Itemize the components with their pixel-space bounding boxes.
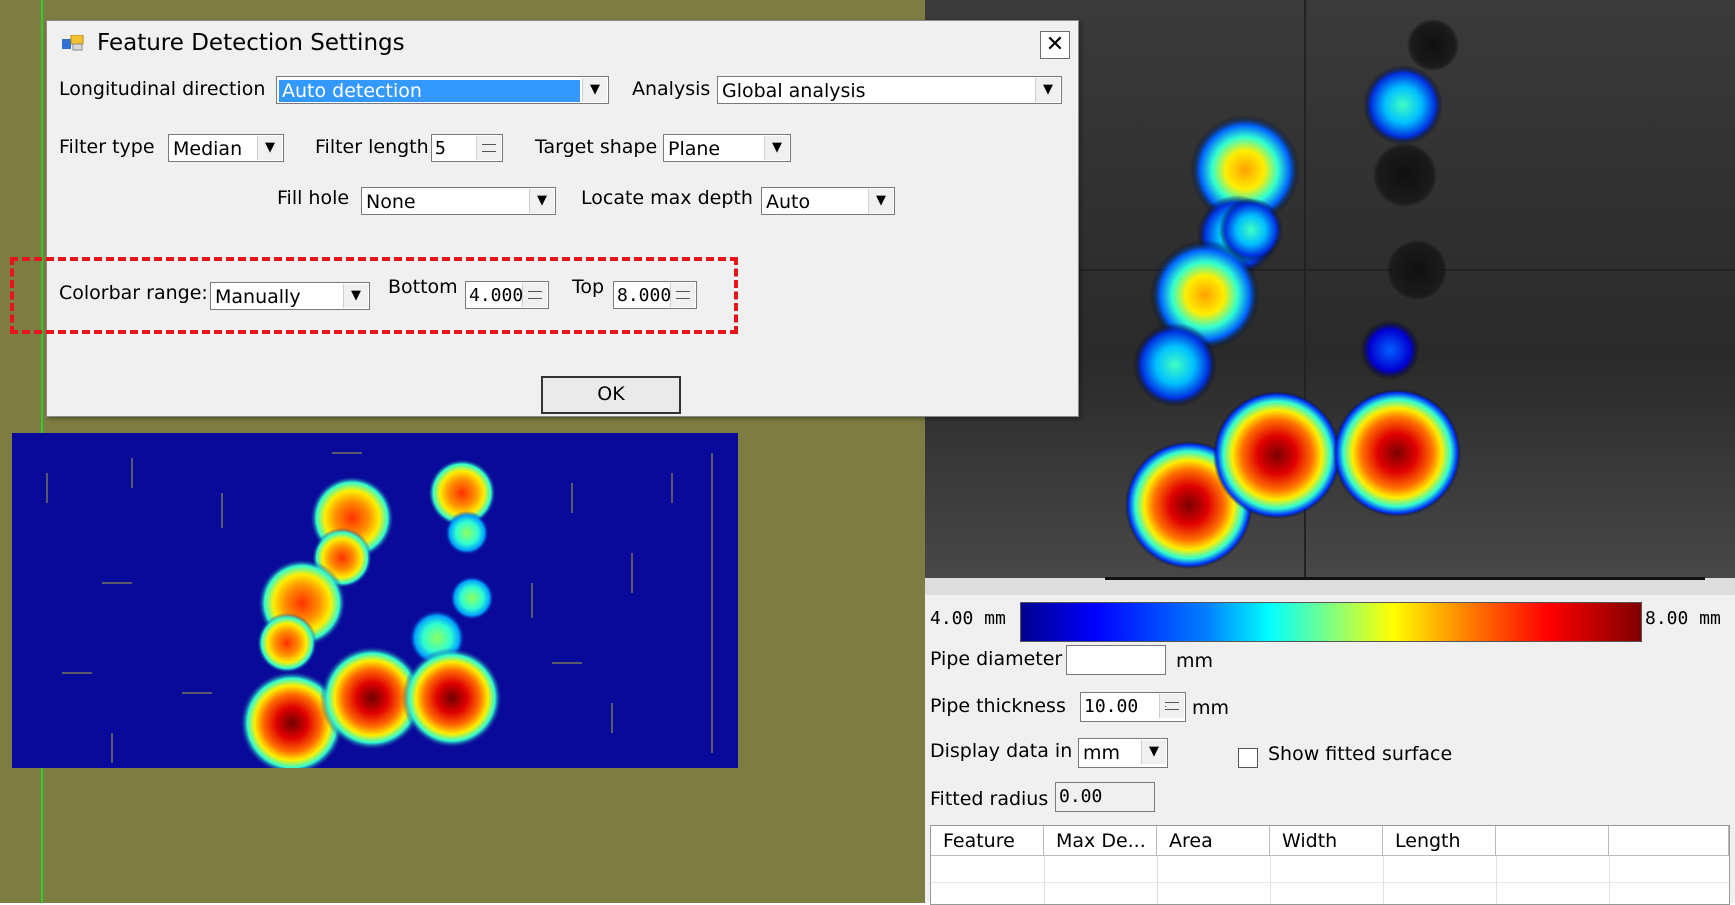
- ok-button[interactable]: OK: [541, 376, 681, 414]
- analysis-select[interactable]: Global analysis ▼: [717, 76, 1062, 104]
- column-header-width[interactable]: Width: [1270, 826, 1383, 856]
- analysis-value: Global analysis: [722, 80, 866, 102]
- column-header-extra-1[interactable]: [1496, 826, 1609, 856]
- filter-length-spin-icon[interactable]: [476, 136, 501, 160]
- colorbar-min-label: 4.00 mm: [930, 608, 1006, 629]
- filter-length-value: 5: [435, 138, 446, 159]
- pipe-thickness-label: Pipe thickness: [930, 695, 1066, 717]
- dialog-titlebar[interactable]: Feature Detection Settings ✕: [47, 21, 1078, 63]
- feature-detection-dialog: Feature Detection Settings ✕ Longitudina…: [46, 20, 1079, 417]
- filter-type-label: Filter type: [59, 136, 155, 158]
- table-grid-line: [1044, 856, 1045, 904]
- chevron-down-icon[interactable]: ▼: [1141, 740, 1166, 764]
- pipe-diameter-unit: mm: [1176, 650, 1214, 672]
- show-fitted-surface-label: Show fitted surface: [1268, 743, 1453, 765]
- filter-type-select[interactable]: Median ▼: [168, 134, 284, 162]
- table-grid-line: [1496, 856, 1497, 904]
- column-header-extra-2[interactable]: [1609, 826, 1729, 856]
- filter-type-value: Median: [173, 138, 243, 160]
- colorbar-max-label: 8.00 mm: [1645, 608, 1721, 629]
- pipe-diameter-input[interactable]: [1066, 645, 1166, 675]
- target-shape-label: Target shape: [535, 136, 658, 158]
- table-row: [931, 882, 1729, 883]
- longitudinal-direction-label: Longitudinal direction: [59, 78, 266, 100]
- target-shape-value: Plane: [668, 138, 721, 160]
- analysis-label: Analysis: [632, 78, 711, 100]
- depth-heatmap-image: [12, 433, 738, 768]
- chevron-down-icon[interactable]: ▼: [257, 136, 282, 160]
- pipe-thickness-stepper[interactable]: 10.00: [1080, 692, 1186, 722]
- longitudinal-direction-value: Auto detection: [279, 80, 580, 102]
- display-unit-select[interactable]: mm ▼: [1078, 738, 1168, 768]
- table-grid-line: [1270, 856, 1271, 904]
- app-window-icon: [62, 35, 84, 51]
- features-table[interactable]: Feature Max De... Area Width Length: [930, 825, 1730, 905]
- display-data-label: Display data in: [930, 740, 1073, 762]
- show-fitted-surface-checkbox[interactable]: [1238, 748, 1258, 768]
- fill-hole-select[interactable]: None ▼: [361, 187, 556, 215]
- colorbar-range-highlight: [10, 257, 738, 334]
- table-grid-line: [1157, 856, 1158, 904]
- pipe-thickness-unit: mm: [1192, 697, 1230, 719]
- chevron-down-icon[interactable]: ▼: [868, 189, 893, 213]
- column-header-feature[interactable]: Feature: [931, 826, 1044, 856]
- chevron-down-icon[interactable]: ▼: [1035, 78, 1060, 102]
- close-icon[interactable]: ✕: [1040, 31, 1070, 59]
- chevron-down-icon[interactable]: ▼: [582, 78, 607, 102]
- chevron-down-icon[interactable]: ▼: [529, 189, 554, 213]
- target-shape-select[interactable]: Plane ▼: [663, 134, 791, 162]
- table-grid-line: [1383, 856, 1384, 904]
- longitudinal-direction-select[interactable]: Auto detection ▼: [276, 76, 609, 104]
- table-grid-line: [1609, 856, 1610, 904]
- locate-max-depth-label: Locate max depth: [581, 187, 753, 209]
- column-header-length[interactable]: Length: [1383, 826, 1496, 856]
- display-unit-value: mm: [1083, 742, 1121, 764]
- fitted-radius-field: 0.00: [1055, 782, 1155, 812]
- pipe-thickness-value: 10.00: [1084, 696, 1139, 717]
- chevron-down-icon[interactable]: ▼: [764, 136, 789, 160]
- fill-hole-value: None: [366, 191, 416, 213]
- fitted-radius-value: 0.00: [1059, 786, 1103, 807]
- dialog-title: Feature Detection Settings: [97, 30, 405, 56]
- pipe-diameter-label: Pipe diameter: [930, 648, 1063, 670]
- locate-max-depth-value: Auto: [766, 191, 811, 213]
- filter-length-label: Filter length: [315, 136, 429, 158]
- column-header-area[interactable]: Area: [1157, 826, 1270, 856]
- locate-max-depth-select[interactable]: Auto ▼: [761, 187, 895, 215]
- column-header-max-depth[interactable]: Max De...: [1044, 826, 1157, 856]
- pipe-thickness-spin-icon[interactable]: [1159, 694, 1184, 718]
- fill-hole-label: Fill hole: [277, 187, 350, 209]
- fitted-radius-label: Fitted radius: [930, 788, 1049, 810]
- filter-length-stepper[interactable]: 5: [431, 134, 503, 162]
- colorbar-gradient: [1020, 602, 1642, 642]
